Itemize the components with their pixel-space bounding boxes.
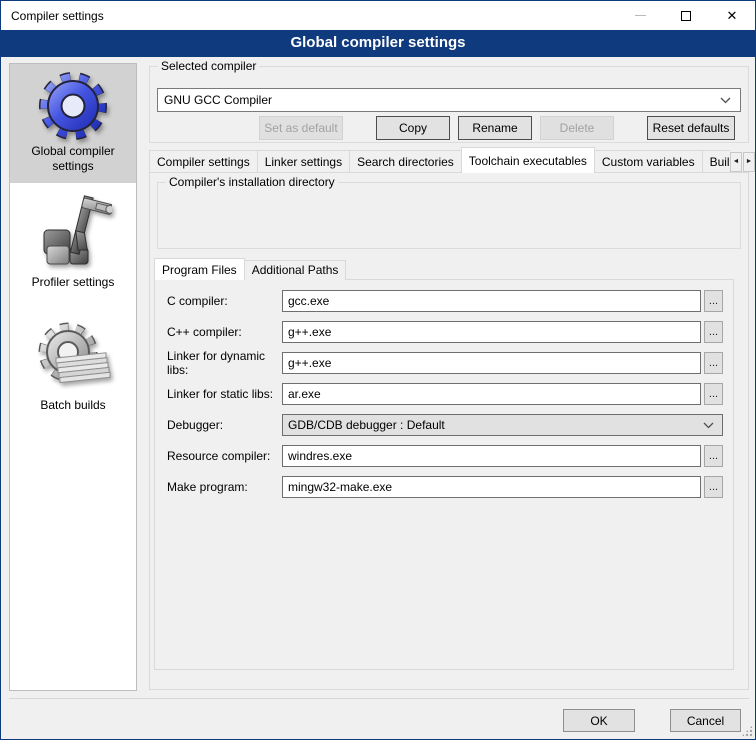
- compiler-select-value: GNU GCC Compiler: [164, 93, 272, 107]
- settings-category-list: Global compiler settings: [9, 63, 137, 691]
- close-icon: ✕: [727, 9, 738, 22]
- footer-divider: [9, 698, 749, 699]
- minimize-button[interactable]: [617, 1, 663, 30]
- debugger-row: Debugger: GDB/CDB debugger : Default: [167, 414, 723, 436]
- tab-scroll-right-icon[interactable]: ►: [743, 152, 755, 172]
- maximize-icon: [681, 11, 691, 21]
- make-program-input[interactable]: [282, 476, 701, 498]
- tab-linker-settings[interactable]: Linker settings: [257, 150, 350, 173]
- field-label: Debugger:: [167, 418, 282, 432]
- dynamic-linker-input[interactable]: [282, 352, 701, 374]
- tab-build-options[interactable]: Build options: [702, 150, 730, 173]
- dynamic-linker-row: Linker for dynamic libs: ...: [167, 352, 723, 374]
- minimize-icon: [635, 15, 646, 16]
- static-linker-row: Linker for static libs: ...: [167, 383, 723, 405]
- field-label: Resource compiler:: [167, 449, 282, 463]
- cpp-compiler-input[interactable]: [282, 321, 701, 343]
- debugger-select-value: GDB/CDB debugger : Default: [288, 418, 445, 432]
- ok-button[interactable]: OK: [563, 709, 635, 732]
- program-files-page: C compiler: ... C++ compiler: ... Linker…: [154, 279, 734, 670]
- tab-additional-paths[interactable]: Additional Paths: [244, 260, 347, 280]
- group-label: Compiler's installation directory: [166, 175, 338, 189]
- caliper-icon: [34, 189, 112, 275]
- debugger-select[interactable]: GDB/CDB debugger : Default: [282, 414, 723, 436]
- resource-compiler-browse-button[interactable]: ...: [704, 445, 723, 467]
- window-controls: ✕: [617, 1, 755, 30]
- c-compiler-browse-button[interactable]: ...: [704, 290, 723, 312]
- rename-button[interactable]: Rename: [458, 116, 532, 140]
- compiler-buttons-row: Set as default Copy Rename Delete Reset …: [149, 116, 735, 140]
- gear-blue-icon: [37, 68, 109, 144]
- delete-button[interactable]: Delete: [540, 116, 614, 140]
- resize-grip[interactable]: [741, 725, 753, 737]
- field-label: Make program:: [167, 480, 282, 494]
- sidebar-item-batch-builds[interactable]: Batch builds: [10, 316, 136, 422]
- resource-compiler-input[interactable]: [282, 445, 701, 467]
- c-compiler-input[interactable]: [282, 290, 701, 312]
- page-title: Global compiler settings: [1, 30, 755, 57]
- dynamic-linker-browse-button[interactable]: ...: [704, 352, 723, 374]
- field-label: C compiler:: [167, 294, 282, 308]
- static-linker-input[interactable]: [282, 383, 701, 405]
- field-label: Linker for static libs:: [167, 387, 282, 401]
- c-compiler-row: C compiler: ...: [167, 290, 723, 312]
- tab-compiler-settings[interactable]: Compiler settings: [149, 150, 258, 173]
- tab-program-files[interactable]: Program Files: [154, 258, 245, 280]
- static-linker-browse-button[interactable]: ...: [704, 383, 723, 405]
- compiler-settings-dialog: Compiler settings ✕ Global compiler sett…: [0, 0, 756, 740]
- gear-stack-icon: [34, 316, 112, 398]
- field-label: C++ compiler:: [167, 325, 282, 339]
- resource-compiler-row: Resource compiler: ...: [167, 445, 723, 467]
- cancel-button[interactable]: Cancel: [670, 709, 741, 732]
- paths-tabstrip: Program Files Additional Paths: [154, 258, 345, 280]
- copy-button[interactable]: Copy: [376, 116, 450, 140]
- cpp-compiler-row: C++ compiler: ...: [167, 321, 723, 343]
- group-label: Selected compiler: [158, 59, 259, 73]
- settings-tabstrip: Compiler settings Linker settings Search…: [149, 147, 730, 173]
- installation-directory-group: Compiler's installation directory: [157, 182, 741, 249]
- field-label: Linker for dynamic libs:: [167, 349, 282, 377]
- window-title: Compiler settings: [1, 9, 104, 23]
- tab-custom-variables[interactable]: Custom variables: [594, 150, 703, 173]
- tab-search-directories[interactable]: Search directories: [349, 150, 462, 173]
- sidebar-item-label: Profiler settings: [32, 275, 115, 290]
- chevron-down-icon: [703, 418, 714, 432]
- close-button[interactable]: ✕: [709, 1, 755, 30]
- make-program-browse-button[interactable]: ...: [704, 476, 723, 498]
- make-program-row: Make program: ...: [167, 476, 723, 498]
- set-as-default-button[interactable]: Set as default: [259, 116, 343, 140]
- sidebar-item-profiler-settings[interactable]: Profiler settings: [10, 189, 136, 295]
- sidebar-item-global-compiler-settings[interactable]: Global compiler settings: [10, 64, 136, 183]
- tab-toolchain-executables[interactable]: Toolchain executables: [461, 147, 595, 173]
- maximize-button[interactable]: [663, 1, 709, 30]
- chevron-down-icon: [720, 93, 731, 107]
- compiler-select[interactable]: GNU GCC Compiler: [157, 88, 741, 112]
- reset-defaults-button[interactable]: Reset defaults: [647, 116, 735, 140]
- titlebar: Compiler settings ✕: [1, 1, 755, 30]
- tab-scroll-left-icon[interactable]: ◄: [730, 152, 742, 172]
- cpp-compiler-browse-button[interactable]: ...: [704, 321, 723, 343]
- sidebar-item-label: Batch builds: [40, 398, 105, 413]
- sidebar-item-label: Global compiler settings: [10, 144, 136, 174]
